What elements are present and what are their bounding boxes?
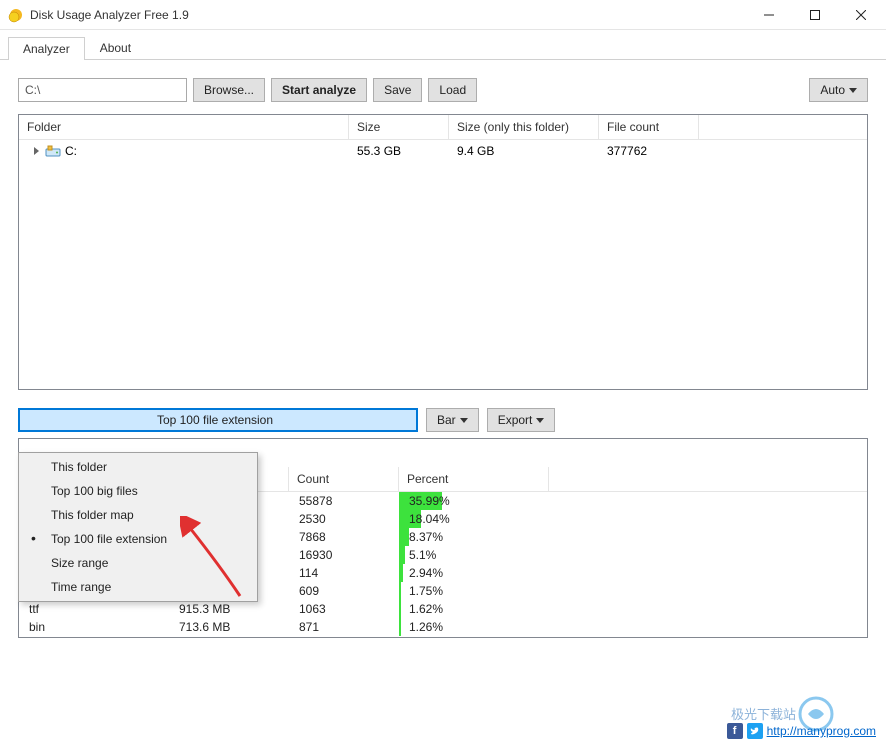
cell-size: 915.3 MB xyxy=(169,600,289,618)
menu-item[interactable]: Time range xyxy=(21,575,255,599)
watermark-text: 极光下载站 xyxy=(731,707,796,722)
bar-label: Bar xyxy=(437,413,456,427)
twitter-icon[interactable] xyxy=(747,723,763,739)
cell-size: 55.3 GB xyxy=(349,142,449,160)
footer: f http://manyprog.com xyxy=(727,723,876,739)
facebook-icon[interactable]: f xyxy=(727,723,743,739)
gcol-count[interactable]: Count xyxy=(289,467,399,491)
caret-down-icon xyxy=(460,418,468,423)
cell-percent: 1.75% xyxy=(399,582,549,600)
drive-icon xyxy=(45,144,61,158)
menu-item[interactable]: Top 100 file extension xyxy=(21,527,255,551)
tab-about[interactable]: About xyxy=(85,36,146,59)
maximize-button[interactable] xyxy=(792,0,838,30)
save-button[interactable]: Save xyxy=(373,78,422,102)
cell-count: 114 xyxy=(289,564,399,582)
col-file-count[interactable]: File count xyxy=(599,115,699,139)
cell-percent: 8.37% xyxy=(399,528,549,546)
grid-row[interactable]: ttf915.3 MB10631.62% xyxy=(19,600,867,618)
menu-item[interactable]: Top 100 big files xyxy=(21,479,255,503)
folder-name: C: xyxy=(65,144,77,158)
cell-ext: bin xyxy=(19,618,169,636)
menu-item[interactable]: Size range xyxy=(21,551,255,575)
browse-button[interactable]: Browse... xyxy=(193,78,265,102)
bar-dropdown[interactable]: Bar xyxy=(426,408,479,432)
titlebar: Disk Usage Analyzer Free 1.9 xyxy=(0,0,886,30)
view-selector-dropdown[interactable]: Top 100 file extension xyxy=(18,408,418,432)
auto-dropdown[interactable]: Auto xyxy=(809,78,868,102)
caret-down-icon xyxy=(849,88,857,93)
tab-analyzer[interactable]: Analyzer xyxy=(8,37,85,60)
export-dropdown[interactable]: Export xyxy=(487,408,556,432)
tree-row[interactable]: C: 55.3 GB 9.4 GB 377762 xyxy=(19,140,867,162)
cell-percent: 35.99% xyxy=(399,492,549,510)
path-input[interactable] xyxy=(18,78,187,102)
window-controls xyxy=(746,0,884,30)
auto-label: Auto xyxy=(820,83,845,97)
minimize-button[interactable] xyxy=(746,0,792,30)
cell-size: 713.6 MB xyxy=(169,618,289,636)
load-button[interactable]: Load xyxy=(428,78,477,102)
export-label: Export xyxy=(498,413,533,427)
tab-strip: Analyzer About xyxy=(0,30,886,60)
cell-count: 2530 xyxy=(289,510,399,528)
app-icon xyxy=(8,7,24,23)
cell-percent: 1.26% xyxy=(399,618,549,636)
cell-count: 377762 xyxy=(599,142,699,160)
cell-count: 55878 xyxy=(289,492,399,510)
cell-size-only: 9.4 GB xyxy=(449,142,599,160)
grid-row[interactable]: bin713.6 MB8711.26% xyxy=(19,618,867,636)
tree-header: Folder Size Size (only this folder) File… xyxy=(19,115,867,140)
cell-count: 871 xyxy=(289,618,399,636)
website-link[interactable]: http://manyprog.com xyxy=(767,724,876,738)
cell-count: 1063 xyxy=(289,600,399,618)
cell-percent: 18.04% xyxy=(399,510,549,528)
watermark: 极光下载站 xyxy=(731,704,796,723)
top-toolbar: Browse... Start analyze Save Load Auto xyxy=(18,78,868,102)
cell-count: 609 xyxy=(289,582,399,600)
col-size[interactable]: Size xyxy=(349,115,449,139)
menu-item[interactable]: This folder xyxy=(21,455,255,479)
cell-count: 16930 xyxy=(289,546,399,564)
view-selector-label: Top 100 file extension xyxy=(157,413,273,427)
col-folder[interactable]: Folder xyxy=(19,115,349,139)
cell-ext: ttf xyxy=(19,600,169,618)
close-button[interactable] xyxy=(838,0,884,30)
caret-down-icon xyxy=(536,418,544,423)
view-selector-menu[interactable]: This folderTop 100 big filesThis folder … xyxy=(18,452,258,602)
folder-tree-panel: Folder Size Size (only this folder) File… xyxy=(18,114,868,390)
window-title: Disk Usage Analyzer Free 1.9 xyxy=(30,8,746,22)
cell-percent: 1.62% xyxy=(399,600,549,618)
cell-count: 7868 xyxy=(289,528,399,546)
col-size-only[interactable]: Size (only this folder) xyxy=(449,115,599,139)
menu-item[interactable]: This folder map xyxy=(21,503,255,527)
start-analyze-button[interactable]: Start analyze xyxy=(271,78,367,102)
gcol-percent[interactable]: Percent xyxy=(399,467,549,491)
expander-icon[interactable] xyxy=(31,146,41,156)
cell-percent: 5.1% xyxy=(399,546,549,564)
cell-percent: 2.94% xyxy=(399,564,549,582)
mid-toolbar: Top 100 file extension Bar Export xyxy=(18,408,868,432)
